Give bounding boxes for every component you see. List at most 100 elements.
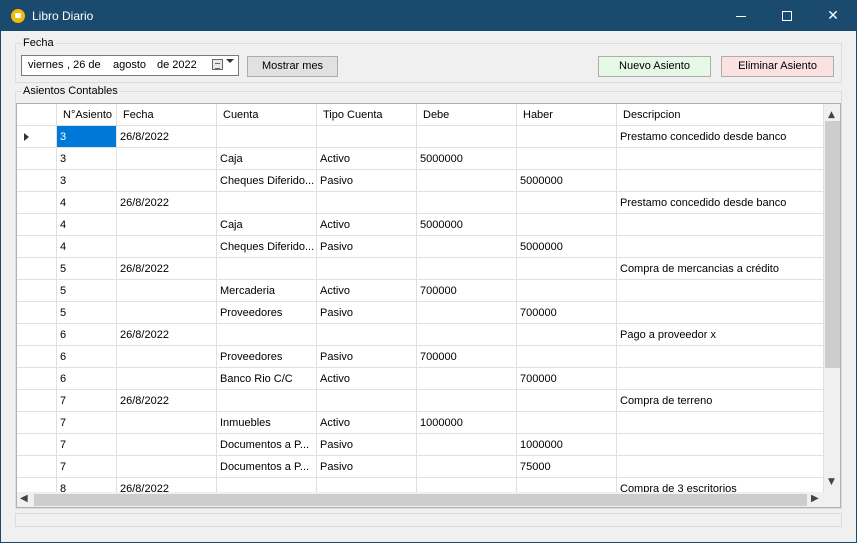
cell-debe[interactable] bbox=[417, 434, 517, 456]
column-header-debe[interactable]: Debe bbox=[417, 104, 517, 126]
cell-haber[interactable] bbox=[517, 324, 617, 346]
minimize-button[interactable] bbox=[718, 1, 764, 31]
cell-fecha[interactable]: 26/8/2022 bbox=[117, 192, 217, 214]
cell-haber[interactable]: 1000000 bbox=[517, 434, 617, 456]
cell-haber[interactable] bbox=[517, 390, 617, 412]
cell-cuenta[interactable]: Mercaderia bbox=[217, 280, 317, 302]
cell-fecha[interactable] bbox=[117, 214, 217, 236]
cell-fecha[interactable]: 26/8/2022 bbox=[117, 390, 217, 412]
cell-asiento[interactable]: 4 bbox=[57, 214, 117, 236]
cell-cuenta[interactable]: Documentos a P... bbox=[217, 456, 317, 478]
cell-fecha[interactable] bbox=[117, 412, 217, 434]
cell-cuenta[interactable]: Proveedores bbox=[217, 302, 317, 324]
vertical-scrollbar[interactable]: ▲ ▼ bbox=[824, 104, 840, 492]
show-month-button[interactable]: Mostrar mes bbox=[247, 56, 338, 77]
table-row[interactable]: 4 Cheques Diferido... Pasivo 5000000 bbox=[17, 236, 824, 258]
cell-tipo-cuenta[interactable] bbox=[317, 390, 417, 412]
cell-haber[interactable] bbox=[517, 148, 617, 170]
delete-entry-button[interactable]: Eliminar Asiento bbox=[721, 56, 834, 77]
cell-tipo-cuenta[interactable] bbox=[317, 192, 417, 214]
cell-haber[interactable]: 75000 bbox=[517, 456, 617, 478]
cell-asiento[interactable]: 5 bbox=[57, 258, 117, 280]
cell-fecha[interactable] bbox=[117, 346, 217, 368]
date-picker[interactable]: viernes , 26 de agosto de 2022 bbox=[21, 55, 239, 76]
cell-debe[interactable]: 700000 bbox=[417, 280, 517, 302]
date-day-number[interactable]: , 26 de bbox=[67, 59, 101, 71]
scroll-right-icon[interactable]: ▶ bbox=[811, 493, 819, 504]
cell-descripcion[interactable] bbox=[617, 346, 824, 368]
cell-cuenta[interactable] bbox=[217, 192, 317, 214]
cell-cuenta[interactable] bbox=[217, 126, 317, 148]
table-row[interactable]: 7 Documentos a P... Pasivo 1000000 bbox=[17, 434, 824, 456]
date-day-name[interactable]: viernes bbox=[28, 59, 63, 71]
cell-fecha[interactable] bbox=[117, 368, 217, 390]
cell-tipo-cuenta[interactable]: Pasivo bbox=[317, 236, 417, 258]
row-header[interactable] bbox=[17, 236, 57, 258]
cell-debe[interactable] bbox=[417, 236, 517, 258]
cell-cuenta[interactable]: Caja bbox=[217, 148, 317, 170]
cell-haber[interactable] bbox=[517, 192, 617, 214]
cell-fecha[interactable] bbox=[117, 302, 217, 324]
cell-haber[interactable] bbox=[517, 280, 617, 302]
cell-fecha[interactable] bbox=[117, 280, 217, 302]
cell-tipo-cuenta[interactable] bbox=[317, 126, 417, 148]
cell-asiento[interactable]: 3 bbox=[57, 126, 117, 148]
cell-asiento[interactable]: 7 bbox=[57, 412, 117, 434]
cell-tipo-cuenta[interactable]: Pasivo bbox=[317, 302, 417, 324]
cell-descripcion[interactable] bbox=[617, 170, 824, 192]
row-header[interactable] bbox=[17, 346, 57, 368]
column-header-fecha[interactable]: Fecha bbox=[117, 104, 217, 126]
cell-descripcion[interactable] bbox=[617, 412, 824, 434]
cell-descripcion[interactable] bbox=[617, 456, 824, 478]
row-header[interactable] bbox=[17, 170, 57, 192]
cell-haber[interactable] bbox=[517, 346, 617, 368]
cell-fecha[interactable] bbox=[117, 170, 217, 192]
table-row[interactable]: 7 Inmuebles Activo 1000000 bbox=[17, 412, 824, 434]
cell-debe[interactable] bbox=[417, 324, 517, 346]
cell-cuenta[interactable]: Caja bbox=[217, 214, 317, 236]
cell-fecha[interactable] bbox=[117, 236, 217, 258]
cell-asiento[interactable]: 6 bbox=[57, 324, 117, 346]
table-row[interactable]: 6 Proveedores Pasivo 700000 bbox=[17, 346, 824, 368]
cell-tipo-cuenta[interactable]: Pasivo bbox=[317, 434, 417, 456]
column-header-asiento[interactable]: N°Asiento bbox=[57, 104, 117, 126]
cell-descripcion[interactable]: Compra de mercancias a crédito bbox=[617, 258, 824, 280]
cell-descripcion[interactable]: Pago a proveedor x bbox=[617, 324, 824, 346]
asientos-grid[interactable]: N°Asiento Fecha Cuenta Tipo Cuenta Debe … bbox=[16, 103, 841, 508]
cell-asiento[interactable]: 7 bbox=[57, 456, 117, 478]
cell-debe[interactable] bbox=[417, 456, 517, 478]
cell-descripcion[interactable]: Prestamo concedido desde banco bbox=[617, 126, 824, 148]
maximize-button[interactable] bbox=[764, 1, 810, 31]
cell-descripcion[interactable] bbox=[617, 280, 824, 302]
cell-haber[interactable] bbox=[517, 258, 617, 280]
cell-tipo-cuenta[interactable]: Activo bbox=[317, 412, 417, 434]
cell-tipo-cuenta[interactable]: Activo bbox=[317, 214, 417, 236]
row-header[interactable] bbox=[17, 434, 57, 456]
cell-haber[interactable] bbox=[517, 126, 617, 148]
cell-cuenta[interactable]: Inmuebles bbox=[217, 412, 317, 434]
column-header-haber[interactable]: Haber bbox=[517, 104, 617, 126]
cell-tipo-cuenta[interactable]: Pasivo bbox=[317, 346, 417, 368]
cell-cuenta[interactable] bbox=[217, 258, 317, 280]
cell-descripcion[interactable] bbox=[617, 236, 824, 258]
cell-asiento[interactable]: 7 bbox=[57, 390, 117, 412]
cell-fecha[interactable] bbox=[117, 456, 217, 478]
horizontal-scrollbar[interactable]: ◀ ▶ bbox=[17, 492, 824, 507]
column-header-cuenta[interactable]: Cuenta bbox=[217, 104, 317, 126]
row-header[interactable] bbox=[17, 148, 57, 170]
cell-debe[interactable] bbox=[417, 192, 517, 214]
calendar-icon[interactable] bbox=[212, 59, 223, 70]
cell-tipo-cuenta[interactable]: Activo bbox=[317, 368, 417, 390]
cell-haber[interactable]: 5000000 bbox=[517, 236, 617, 258]
row-header[interactable] bbox=[17, 390, 57, 412]
cell-asiento[interactable]: 5 bbox=[57, 302, 117, 324]
cell-debe[interactable]: 5000000 bbox=[417, 214, 517, 236]
table-row[interactable]: 3 Caja Activo 5000000 bbox=[17, 148, 824, 170]
cell-fecha[interactable] bbox=[117, 148, 217, 170]
cell-tipo-cuenta[interactable] bbox=[317, 324, 417, 346]
scroll-up-icon[interactable]: ▲ bbox=[828, 110, 835, 120]
cell-cuenta[interactable]: Documentos a P... bbox=[217, 434, 317, 456]
title-bar[interactable]: Libro Diario ✕ bbox=[1, 1, 856, 31]
row-header[interactable] bbox=[17, 324, 57, 346]
cell-haber[interactable]: 700000 bbox=[517, 368, 617, 390]
